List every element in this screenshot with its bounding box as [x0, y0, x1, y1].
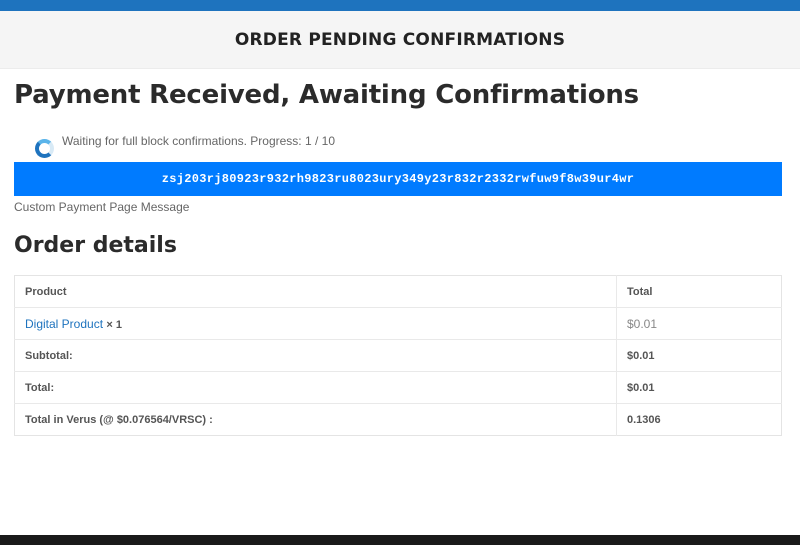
page-header: ORDER PENDING CONFIRMATIONS: [0, 11, 800, 69]
subtotal-value: $0.01: [616, 339, 782, 372]
table-header-row: Product Total: [15, 275, 782, 308]
total-label: Total:: [14, 371, 617, 404]
verus-total-value: 0.1306: [616, 403, 782, 436]
table-row-subtotal: Subtotal: $0.01: [14, 339, 782, 372]
page-title: Payment Received, Awaiting Confirmations: [14, 80, 639, 110]
subtotal-label: Subtotal:: [14, 339, 617, 372]
table-row-verus: Total in Verus (@ $0.076564/VRSC) : 0.13…: [14, 403, 782, 436]
header-title: ORDER PENDING CONFIRMATIONS: [234, 29, 566, 50]
payment-address-bar[interactable]: zsj203rj80923r932rh9823ru8023ury349y23r8…: [14, 162, 782, 196]
column-header-product: Product: [25, 285, 67, 298]
product-cell: Digital Product × 1: [14, 307, 617, 340]
product-link[interactable]: Digital Product: [25, 317, 103, 331]
progress-text: Waiting for full block confirmations. Pr…: [62, 133, 335, 148]
custom-payment-message: Custom Payment Page Message: [14, 200, 190, 214]
footer-bar: [0, 535, 800, 545]
total-value: $0.01: [616, 371, 782, 404]
order-details-table: Product Total Digital Product × 1 $0.01 …: [14, 275, 782, 436]
item-total: $0.01: [616, 307, 782, 340]
confirmation-progress: Waiting for full block confirmations. Pr…: [35, 133, 335, 158]
verus-total-label: Total in Verus (@ $0.076564/VRSC) :: [14, 403, 617, 436]
table-row-total: Total: $0.01: [14, 371, 782, 404]
product-quantity: × 1: [106, 318, 122, 331]
loading-spinner-icon: [35, 138, 54, 158]
order-details-title: Order details: [14, 233, 177, 258]
table-row-item: Digital Product × 1 $0.01: [14, 307, 782, 340]
payment-address[interactable]: zsj203rj80923r932rh9823ru8023ury349y23r8…: [162, 172, 635, 186]
column-header-total: Total: [616, 275, 782, 308]
top-accent-bar: [0, 0, 800, 11]
